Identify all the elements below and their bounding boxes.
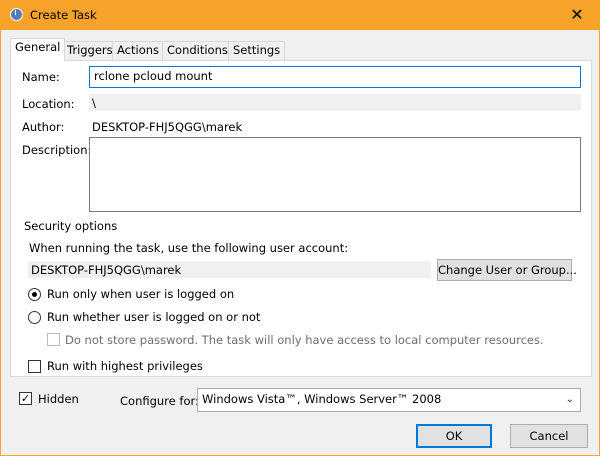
- hidden-label[interactable]: Hidden: [38, 392, 79, 406]
- description-field[interactable]: [89, 137, 581, 212]
- close-icon[interactable]: ✕: [554, 0, 600, 30]
- author-label: Author:: [22, 120, 65, 134]
- no-store-password-checkbox: [47, 333, 60, 346]
- tab-general[interactable]: General: [10, 38, 66, 61]
- no-store-password-label: Do not store password. The task will onl…: [65, 333, 544, 347]
- tab-settings[interactable]: Settings: [228, 41, 286, 60]
- tab-conditions[interactable]: Conditions: [162, 41, 233, 60]
- title-bar: Create Task ✕: [0, 0, 600, 30]
- configure-for-value: Windows Vista™, Windows Server™ 2008: [202, 392, 442, 406]
- tab-actions[interactable]: Actions: [112, 41, 165, 60]
- radio-logged-on[interactable]: [28, 288, 41, 301]
- configure-for-select[interactable]: Windows Vista™, Windows Server™ 2008 ⌄: [197, 388, 581, 412]
- configure-for-label: Configure for:: [120, 394, 199, 408]
- location-value: \: [89, 94, 581, 111]
- tab-triggers[interactable]: Triggers: [62, 41, 118, 60]
- hidden-checkbox[interactable]: ✓: [19, 392, 32, 405]
- description-label: Description:: [22, 143, 92, 157]
- window-title: Create Task: [30, 8, 97, 22]
- highest-privileges-label[interactable]: Run with highest privileges: [47, 359, 203, 373]
- account-value: DESKTOP-FHJ5QGG\marek: [28, 261, 431, 278]
- change-user-button[interactable]: Change User or Group...: [437, 259, 577, 281]
- radio-whether-logged-on[interactable]: [28, 311, 41, 324]
- author-value: DESKTOP-FHJ5QGG\marek: [92, 120, 243, 134]
- radio-whether-logged-on-label[interactable]: Run whether user is logged on or not: [47, 310, 260, 324]
- clock-icon: [10, 8, 23, 21]
- name-label: Name:: [22, 70, 60, 84]
- name-input[interactable]: rclone pcloud mount: [89, 66, 581, 88]
- account-prompt: When running the task, use the following…: [29, 241, 349, 255]
- cancel-button[interactable]: Cancel: [510, 424, 588, 448]
- highest-privileges-checkbox[interactable]: [28, 360, 41, 373]
- location-label: Location:: [22, 97, 75, 111]
- ok-button[interactable]: OK: [416, 424, 492, 448]
- security-options-legend: Security options: [22, 219, 120, 233]
- radio-logged-on-label[interactable]: Run only when user is logged on: [47, 287, 234, 301]
- chevron-down-icon: ⌄: [565, 394, 574, 405]
